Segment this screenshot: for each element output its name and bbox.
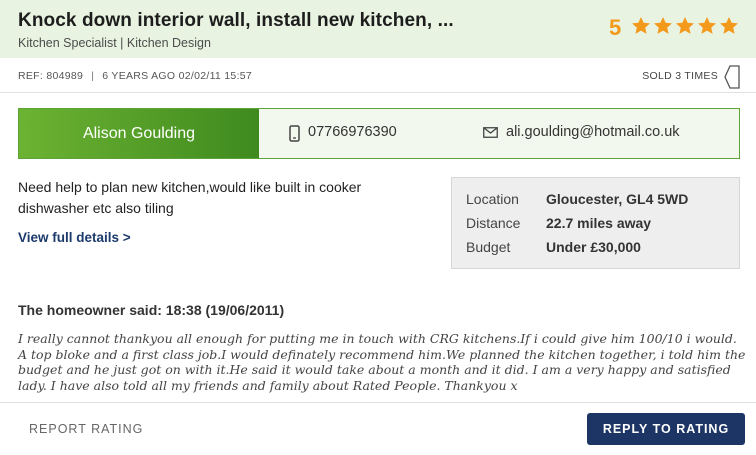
posted-time: 6 YEARS AGO 02/02/11 15:57	[102, 70, 253, 82]
meta-separator: |	[91, 70, 95, 82]
location-label: Location	[466, 191, 519, 207]
job-description: Need help to plan new kitchen,would like…	[18, 179, 362, 216]
sold-tag-icon	[724, 65, 740, 89]
star-icon	[652, 12, 674, 40]
job-reference: REF: 804989 | 6 YEARS AGO 02/02/11 15:57	[18, 70, 252, 82]
contact-name: Alison Goulding	[19, 109, 259, 158]
star-icon	[718, 12, 740, 40]
rating-score: 5	[609, 15, 622, 40]
star-icon	[630, 12, 652, 40]
budget-row: Budget Under £30,000	[466, 239, 641, 255]
budget-value: Under £30,000	[546, 239, 641, 255]
contact-email[interactable]: ali.goulding@hotmail.co.uk	[506, 124, 680, 140]
footer-divider	[0, 402, 756, 403]
location-value: Gloucester, GL4 5WD	[546, 191, 689, 207]
review-text: I really cannot thankyou all enough for …	[18, 331, 746, 393]
rating-card: Knock down interior wall, install new ki…	[0, 0, 756, 455]
reply-to-rating-button[interactable]: REPLY TO RATING	[587, 413, 745, 445]
report-rating-button[interactable]: REPORT RATING	[29, 422, 143, 436]
mail-icon	[483, 127, 498, 138]
card-header: Knock down interior wall, install new ki…	[0, 0, 756, 58]
budget-label: Budget	[466, 239, 511, 255]
star-rating	[630, 12, 740, 40]
job-title[interactable]: Knock down interior wall, install new ki…	[18, 10, 454, 32]
review-heading: The homeowner said: 18:38 (19/06/2011)	[18, 302, 285, 318]
ref-number: REF: 804989	[18, 70, 84, 82]
distance-value: 22.7 miles away	[546, 215, 652, 231]
star-icon	[674, 12, 696, 40]
contact-phone[interactable]: 07766976390	[308, 124, 397, 140]
distance-row: Distance 22.7 miles away	[466, 215, 651, 231]
meta-bar: REF: 804989 | 6 YEARS AGO 02/02/11 15:57 S…	[0, 58, 756, 93]
phone-icon	[289, 125, 300, 142]
job-details-box: Location Gloucester, GL4 5WD Distance 22.7…	[451, 177, 740, 269]
job-categories: Kitchen Specialist | Kitchen Design	[18, 36, 211, 50]
location-row: Location Gloucester, GL4 5WD	[466, 191, 688, 207]
star-icon	[696, 12, 718, 40]
sold-count: SOLD 3 TIMES	[642, 70, 718, 82]
contact-bar: Alison Goulding 07766976390 ali.goulding…	[18, 108, 740, 159]
distance-label: Distance	[466, 215, 521, 231]
view-full-details-link[interactable]: View full details >	[18, 230, 131, 245]
